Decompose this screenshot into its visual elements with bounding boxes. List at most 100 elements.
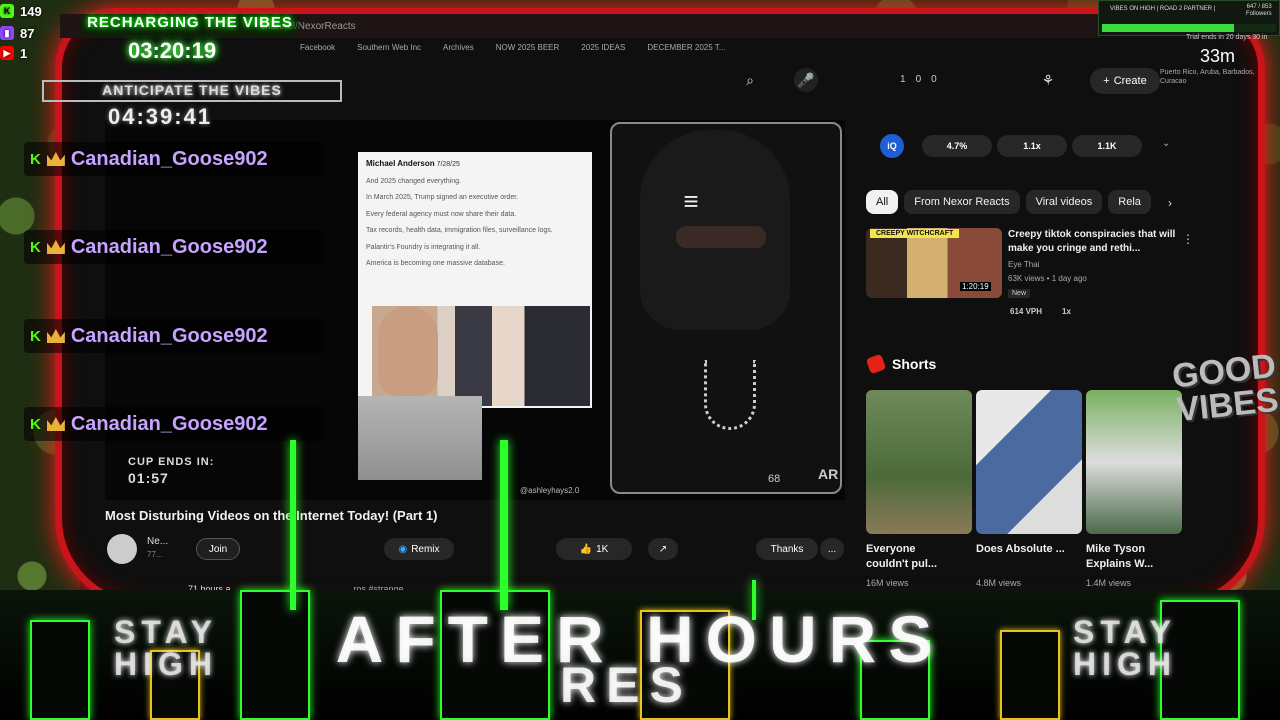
chevron-right-icon[interactable]: ›	[1168, 196, 1172, 210]
plus-icon: +	[1103, 75, 1110, 87]
short-views: 4.8M views	[976, 578, 1022, 588]
neon-spire	[500, 440, 508, 610]
after-hours-subtitle: RES	[560, 657, 693, 713]
like-button[interactable]: 👍 1K	[556, 538, 632, 560]
stat-pill: 1.1K	[1072, 135, 1142, 157]
filter-chips: All From Nexor Reacts Viral videos Rela	[866, 190, 1151, 216]
multiplier-badge: 1x	[1062, 307, 1071, 316]
twitch-count: 87	[20, 25, 35, 41]
crown-icon	[46, 152, 65, 166]
tweet-author: Michael Anderson	[366, 159, 435, 168]
channel-name[interactable]: Ne...	[147, 536, 168, 547]
chat-username: Canadian_Goose902	[70, 412, 268, 435]
twitch-viewers: ▮ 87	[0, 24, 34, 42]
recommended-title[interactable]: Creepy tiktok conspiracies that will mak…	[1008, 228, 1178, 256]
tweet-line: And 2025 changed everything.	[366, 177, 461, 185]
like-count: 1K	[596, 543, 609, 555]
join-button[interactable]: Join	[196, 538, 240, 560]
channel-avatar[interactable]	[107, 534, 137, 564]
more-vert-icon[interactable]: ⋮	[1182, 232, 1194, 246]
facecam-face	[378, 306, 438, 396]
chip-viral[interactable]: Viral videos	[1025, 190, 1103, 214]
goal-count: 647 / 853	[1246, 4, 1272, 10]
short-thumbnail[interactable]	[866, 390, 972, 534]
tweet-line: In March 2025, Trump signed an executive…	[366, 194, 519, 201]
chat-username: Canadian_Goose902	[70, 324, 268, 347]
crown-icon	[46, 329, 65, 343]
vidiq-icon[interactable]: iQ	[880, 134, 904, 158]
chat-message: K Canadian_Goose902	[24, 319, 324, 353]
share-button[interactable]: ↗	[648, 538, 678, 560]
bookmark-item[interactable]: Archives	[443, 43, 474, 52]
stat-pill: 1.1x	[997, 135, 1067, 157]
channel-subs: 77...	[147, 550, 163, 559]
chat-message: K Canadian_Goose902	[24, 230, 324, 264]
chip-related[interactable]: Rela	[1108, 190, 1151, 214]
watermark-tag: AR	[818, 466, 839, 482]
chat-username: Canadian_Goose902	[70, 147, 268, 170]
mic-icon[interactable]: 🎤	[794, 68, 818, 92]
chat-username: Canadian_Goose902	[70, 235, 268, 258]
recommended-channel[interactable]: Eye Thai	[1008, 260, 1039, 269]
more-actions-button[interactable]: ...	[820, 538, 844, 560]
neon-spire	[290, 440, 296, 610]
shorts-heading: Shorts	[892, 356, 937, 372]
short-thumbnail[interactable]	[976, 390, 1082, 534]
bookmark-item[interactable]: 2025 IDEAS	[581, 43, 625, 52]
search-icon[interactable]: ⌕	[738, 68, 762, 92]
bookmark-item[interactable]: Facebook	[300, 43, 335, 52]
video-title: Most Disturbing Videos on the Internet T…	[105, 508, 438, 523]
cup-timer: 01:57	[128, 470, 169, 486]
kick-icon: K	[0, 4, 14, 18]
extension-counters: 1 0 0	[900, 74, 937, 85]
bookmark-item[interactable]: DECEMBER 2025 T...	[647, 43, 725, 52]
video-credit: @ashleyhays2.0	[520, 486, 580, 495]
short-views: 1.4M views	[1086, 578, 1132, 588]
location-ticker: Puerto Rico, Aruba, Barbados, Curacao	[1160, 69, 1255, 86]
thanks-button[interactable]: Thanks	[756, 538, 818, 560]
ext-count: 1	[900, 74, 906, 85]
chat-message: K Canadian_Goose902	[24, 142, 324, 176]
short-title[interactable]: Does Absolute ...	[976, 542, 1066, 557]
chat-message: K Canadian_Goose902	[24, 407, 324, 441]
crown-icon	[46, 240, 65, 254]
building	[30, 620, 90, 720]
share-icon: ↗	[658, 543, 668, 555]
stream-overlay-canvas: { "overlay": { "kick_count": "149", "twi…	[0, 0, 1280, 720]
chip-from-channel[interactable]: From Nexor Reacts	[904, 190, 1020, 214]
vidiq-stats-bar: iQ 4.7% 1.1x 1.1K ⌄	[872, 132, 1172, 160]
kick-viewers: K 149	[0, 2, 42, 20]
tweet-line: Palantir's Foundry is integrating it all…	[366, 243, 481, 251]
follower-goal-fill	[1102, 24, 1235, 32]
short-views: 16M views	[866, 578, 909, 588]
short-title[interactable]: Mike Tyson Explains W...	[1086, 542, 1176, 573]
good-vibes-sticker: GOOD VIBES	[1170, 346, 1280, 430]
tweet-line: America is becoming one massive database…	[366, 260, 505, 267]
vph-badge: 614 VPH	[1010, 307, 1043, 316]
short-title[interactable]: Everyone couldn't pul...	[866, 542, 956, 573]
short-thumbnail[interactable]	[1086, 390, 1182, 534]
kick-count: 149	[20, 3, 42, 19]
crown-icon	[46, 417, 65, 431]
goal-unit: Followers	[1246, 11, 1272, 18]
bookmark-item[interactable]: NOW 2025 BEER	[496, 43, 560, 52]
stay-high-right: STAY HIGH	[1072, 614, 1178, 682]
follower-goal-count: 647 / 853 Followers	[1246, 4, 1272, 18]
stay-high-left: STAY HIGH	[113, 614, 219, 682]
youtube-viewers: ▶ 1	[0, 44, 27, 62]
thanks-label: Thanks	[770, 543, 804, 555]
notifications-icon[interactable]: ⚘	[1036, 68, 1060, 92]
tweet-line: Tax records, health data, immigration fi…	[366, 227, 553, 234]
chip-all[interactable]: All	[866, 190, 899, 214]
chain-necklace	[704, 360, 756, 430]
remix-button[interactable]: ◉ Remix	[384, 538, 454, 560]
youtube-count: 1	[20, 45, 28, 61]
chevron-down-icon[interactable]: ⌄	[1162, 138, 1170, 149]
create-button[interactable]: + Create	[1090, 68, 1160, 94]
shirt-number: 68	[768, 473, 781, 485]
recharging-timer: 03:20:19	[128, 38, 217, 63]
timer-value: 33m	[1200, 46, 1236, 66]
remix-icon: ◉	[398, 543, 408, 555]
bookmark-item[interactable]: Southern Web Inc	[357, 43, 421, 52]
remix-label: Remix	[411, 543, 440, 555]
